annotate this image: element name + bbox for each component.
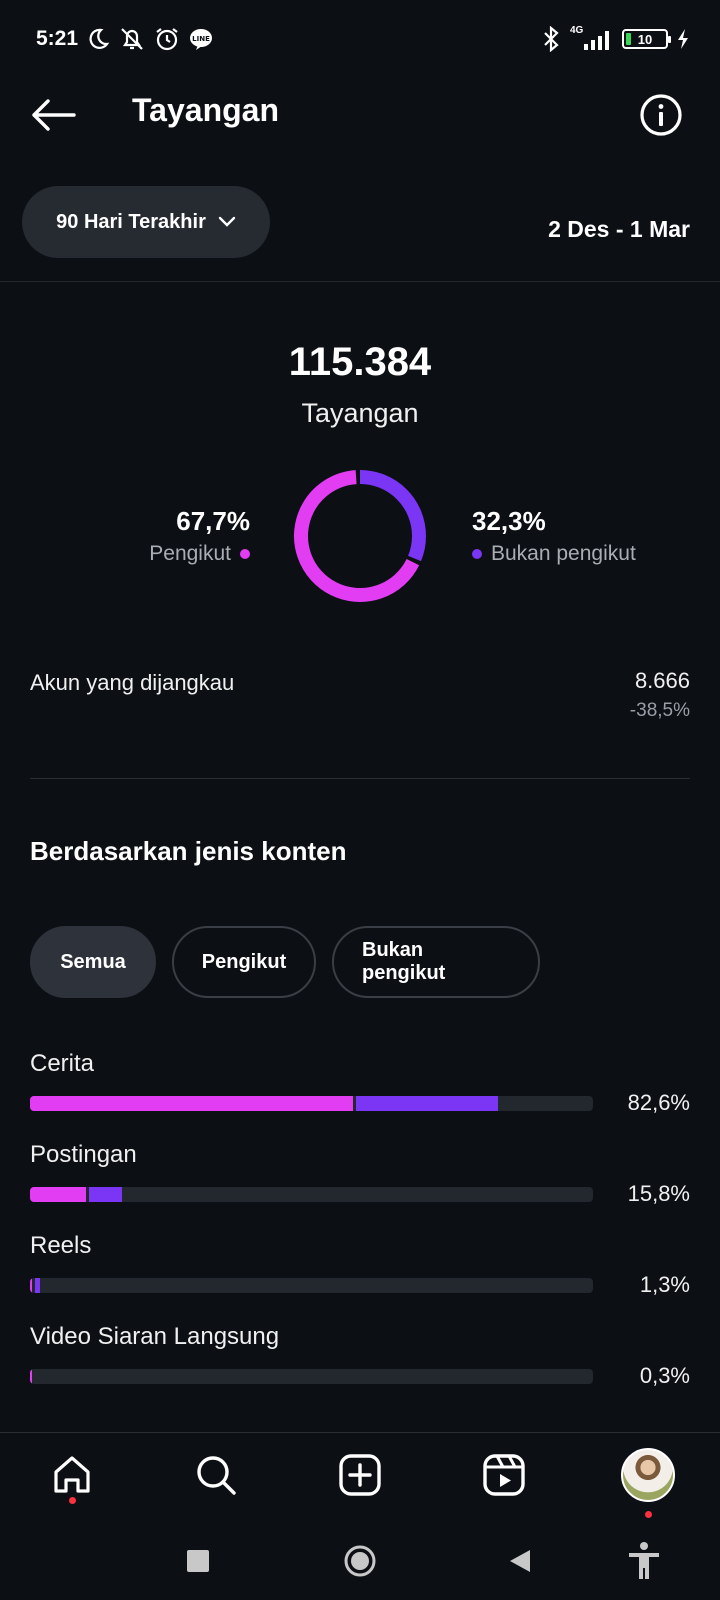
content-type-percent: 1,3%: [639, 1272, 690, 1297]
nav-profile[interactable]: [620, 1447, 676, 1518]
non-followers-legend: Bukan pengikut: [472, 542, 636, 566]
total-views-value: 115.384: [288, 340, 432, 384]
non-followers-label: Bukan pengikut: [491, 542, 636, 565]
content-type-label: Postingan: [30, 1141, 137, 1168]
status-time: 5:21: [36, 27, 79, 50]
notification-dot: [645, 1511, 652, 1518]
system-nav-bar: [0, 1519, 720, 1600]
accounts-reached-label: Akun yang dijangkau: [30, 670, 235, 695]
nav-reels[interactable]: [476, 1447, 532, 1503]
line-app-icon: LINE: [190, 29, 212, 50]
battery-percent: 10: [637, 31, 653, 47]
followers-legend: Pengikut: [149, 542, 250, 566]
non-followers-dot: [472, 549, 482, 559]
accessibility-button[interactable]: [622, 1539, 666, 1583]
bluetooth-icon: [544, 26, 559, 52]
bar-segment-non-followers: [89, 1187, 122, 1202]
content-row: Postingan 15,8%: [30, 1141, 690, 1232]
divider: [0, 281, 720, 282]
nav-create[interactable]: [332, 1447, 388, 1503]
tab-non-followers[interactable]: Bukan pengikut: [332, 926, 540, 998]
chevron-down-icon: [218, 216, 236, 227]
content-type-percent: 82,6%: [627, 1090, 690, 1115]
system-back-button[interactable]: [498, 1539, 542, 1583]
content-row: Reels 1,3%: [30, 1232, 690, 1323]
status-icons-left: LINE: [86, 26, 214, 52]
bar-segment-followers: [30, 1096, 353, 1111]
home-circle-icon: [344, 1545, 376, 1577]
content-type-breakdown: Cerita 82,6% Postingan 15,8% Reels 1,3% …: [30, 1050, 690, 1414]
date-range-dropdown-label: 90 Hari Terakhir: [56, 210, 206, 233]
followers-dot: [240, 549, 250, 559]
alarm-icon: [156, 28, 178, 51]
home-icon: [54, 1456, 90, 1493]
info-button[interactable]: [636, 90, 686, 140]
create-icon: [339, 1454, 381, 1496]
divider: [30, 778, 690, 779]
system-home-button[interactable]: [338, 1539, 382, 1583]
content-type-label: Reels: [30, 1232, 92, 1259]
status-icons-right: 4G 10: [540, 25, 690, 52]
bar-segment-followers: [30, 1369, 32, 1384]
bottom-nav: [0, 1433, 720, 1519]
content-type-label: Cerita: [30, 1050, 95, 1077]
battery-level: [626, 33, 631, 45]
non-followers-percent: 32,3%: [472, 506, 546, 536]
signal-icon: [584, 31, 609, 50]
tab-followers[interactable]: Pengikut: [172, 926, 316, 998]
views-donut-chart: [294, 470, 426, 602]
content-type-label: Video Siaran Langsung: [30, 1323, 280, 1350]
content-row: Cerita 82,6%: [30, 1050, 690, 1141]
accounts-reached-change: -38,5%: [629, 700, 690, 721]
bar-segment-non-followers: [35, 1278, 41, 1293]
donut-segment-followers: [294, 470, 426, 602]
bar-segment-non-followers: [355, 1096, 499, 1111]
content-type-percent: 0,3%: [639, 1363, 690, 1388]
search-icon: [197, 1456, 236, 1495]
charging-icon: [678, 29, 688, 49]
audience-filter-tabs: Semua Pengikut Bukan pengikut: [30, 926, 540, 998]
date-range-text: 2 Des - 1 Mar: [548, 216, 690, 242]
content-bar-track: [30, 1278, 593, 1293]
content-type-percent: 15,8%: [627, 1181, 690, 1206]
profile-avatar: [621, 1448, 675, 1502]
section-title: Berdasarkan jenis konten: [30, 836, 347, 866]
content-bar-track: [30, 1096, 593, 1111]
accounts-reached-value: 8.666: [634, 668, 690, 693]
content-bar-track: [30, 1369, 593, 1384]
page-title: Tayangan: [132, 92, 279, 128]
info-icon: [640, 94, 682, 136]
status-bar: 5:21 LINE 4G 10: [0, 0, 720, 80]
nav-search[interactable]: [188, 1447, 244, 1503]
bell-off-icon: [121, 28, 143, 50]
content-bar-track: [30, 1187, 593, 1202]
notification-dot: [69, 1497, 76, 1504]
reels-icon: [483, 1454, 525, 1496]
back-button[interactable]: [26, 88, 80, 142]
tab-all[interactable]: Semua: [30, 926, 156, 998]
moon-icon: [89, 28, 110, 49]
nav-home[interactable]: [44, 1447, 100, 1504]
accessibility-icon: [629, 1542, 659, 1579]
bar-segment-followers: [30, 1278, 33, 1293]
recents-icon: [187, 1550, 209, 1572]
followers-label: Pengikut: [149, 542, 231, 565]
svg-text:LINE: LINE: [192, 35, 210, 43]
back-triangle-icon: [510, 1550, 530, 1572]
bar-segment-followers: [30, 1187, 87, 1202]
battery-indicator: 10: [622, 29, 671, 49]
followers-percent: 67,7%: [176, 506, 250, 536]
recents-button[interactable]: [176, 1539, 220, 1583]
content-row: Video Siaran Langsung 0,3%: [30, 1323, 690, 1414]
total-views-label: Tayangan: [301, 398, 419, 428]
date-range-dropdown[interactable]: 90 Hari Terakhir: [22, 186, 270, 258]
arrow-left-icon: [32, 99, 76, 131]
network-indicator: 4G: [570, 25, 614, 51]
